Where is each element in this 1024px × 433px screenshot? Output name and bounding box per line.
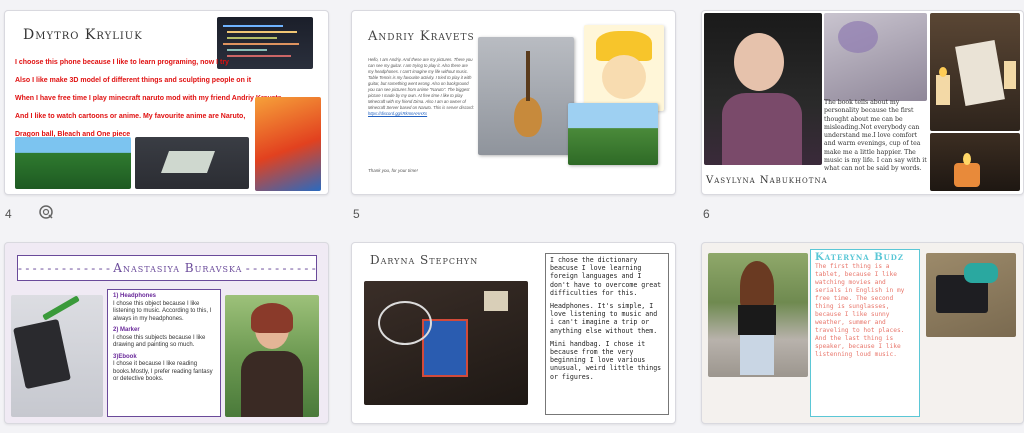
text-line-2: Also I like make 3D model of different t… [15, 77, 252, 84]
item-text: I chose this subjects because I like dra… [113, 334, 206, 349]
text-line-1: I choose this phone because I like to le… [15, 59, 229, 66]
slide-title-box: - - - - - - - - - - - - - Anastasiya Bur… [17, 255, 317, 281]
text-box: Kateryna Budz The first thing is a table… [810, 249, 920, 417]
minecraft-photo [568, 103, 658, 165]
slide-thumbnail-kateryna[interactable]: Kateryna Budz The first thing is a table… [701, 242, 1024, 424]
item-text: I chose this object because I like liste… [113, 300, 212, 322]
dragonball-poster [255, 97, 321, 191]
items-box: 1) Headphones I chose this object becaus… [107, 289, 221, 417]
slide-body: The first thing is a tablet, because I l… [815, 263, 905, 358]
item-heading: 3)Ebook [113, 353, 137, 360]
slide-title: Anastasiya Buravska [113, 261, 243, 275]
candle-photo-1 [930, 13, 1020, 131]
girl-photo [708, 253, 808, 377]
girl-photo [225, 295, 319, 417]
book-photo [824, 13, 927, 101]
slide-title: Dmytro Kryliuk [23, 27, 143, 43]
slide-body: The book tells about my personality beca… [824, 99, 927, 173]
slide-body: Hello, I am Andriy. And these are my pic… [368, 57, 474, 116]
slide-number: 6 [703, 207, 710, 221]
text-line-3: When I have free time I play minecraft n… [15, 95, 282, 102]
slide-number: 4 [5, 207, 12, 221]
author-name: Vasylyna Nabukhotna [706, 175, 828, 186]
text-line-4: And I like to watch cartoons or anime. M… [15, 113, 246, 120]
slide-title: Kateryna Budz [815, 252, 904, 263]
slide-thumbnail-daryna[interactable]: Daryna Stepchyn I chose the dictionary b… [351, 242, 676, 424]
item-heading: 1) Headphones [113, 293, 157, 299]
slide-body: I chose the dictionary beacuse I love le… [545, 253, 669, 415]
comment-icon[interactable] [37, 203, 55, 221]
slide-thumbnail-dmytro[interactable]: Dmytro Kryliuk I choose this phone becau… [4, 10, 329, 195]
minecraft-screenshot-1 [15, 137, 131, 189]
portrait-photo [704, 13, 822, 165]
paragraph: I chose the dictionary beacuse I love le… [550, 256, 662, 297]
slide-number: 5 [353, 207, 360, 221]
item-text: I chose it because I like reading books.… [113, 361, 213, 382]
candle-photo-2 [930, 133, 1020, 191]
slide-title: Daryna Stepchyn [370, 253, 479, 267]
slide-title: Andriy Kravets [368, 29, 475, 44]
tablet-photo [926, 253, 1016, 337]
slide-thumbnail-vasylyna[interactable]: Vasylyna Nabukhotna The book tells about… [701, 10, 1024, 195]
guitar-photo [478, 37, 574, 155]
dictionary-photo [364, 281, 528, 405]
ebook-photo [11, 295, 103, 417]
paragraph: Mini handbag. I chose it because from th… [550, 339, 662, 381]
slide-thumbnail-andriy[interactable]: Andriy Kravets Hello, I am Andriy. And t… [351, 10, 676, 195]
slide-thumbnail-anastasiya[interactable]: - - - - - - - - - - - - - Anastasiya Bur… [4, 242, 329, 424]
discord-link: https://discord.gg/rRkmnHAHXs [368, 111, 428, 116]
code-photo [217, 17, 313, 69]
thanks-text: Thank you, for your time! [368, 168, 418, 173]
item-heading: 2) Marker [113, 327, 140, 333]
3d-editor-screenshot [135, 137, 249, 189]
naruto-drawing [584, 25, 664, 111]
paragraph: Headphones. It's simple, I love listenin… [550, 302, 658, 335]
